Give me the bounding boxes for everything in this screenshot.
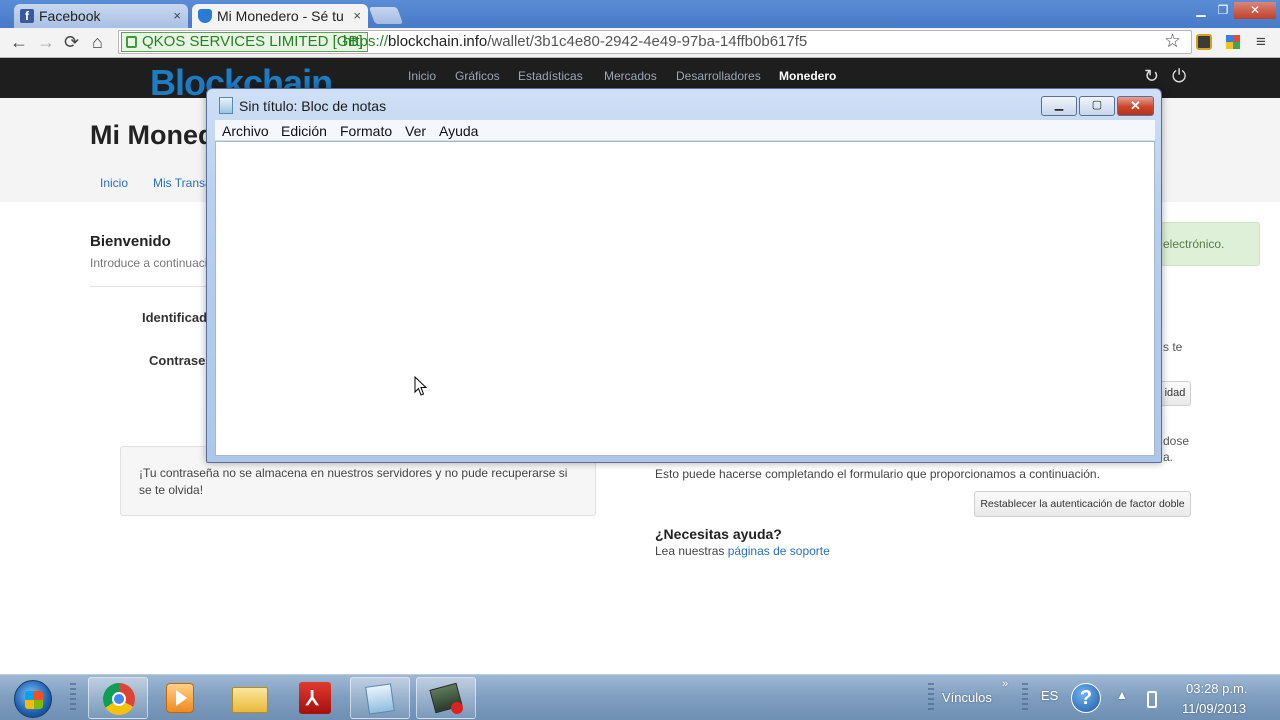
reset-2fa-description: Esto puede hacerse completando el formul… (655, 467, 1100, 481)
nav-estadisticas[interactable]: Estadísticas (518, 69, 583, 83)
ev-org-name: QKOS SERVICES LIMITED [GB] (142, 33, 363, 50)
lock-icon (126, 36, 137, 48)
help-text: Lea nuestras páginas de soporte (655, 544, 830, 558)
extension-icon[interactable] (1196, 34, 1212, 50)
start-button[interactable] (14, 680, 52, 718)
taskbar-acrobat[interactable]: ⅄ (286, 677, 346, 719)
mouse-cursor-icon (414, 376, 428, 396)
folder-icon (232, 687, 268, 713)
menu-archivo[interactable]: Archivo (222, 123, 269, 139)
new-tab-button[interactable] (368, 7, 404, 24)
back-arrow-icon[interactable]: ← (10, 32, 28, 52)
taskbar-media-player[interactable] (150, 677, 210, 719)
windows-taskbar: ⅄ Vínculos » ES ? ▲ 03:28 p.m. 11/09/201… (0, 674, 1280, 720)
menu-icon[interactable]: ≡ (1256, 32, 1266, 52)
help-icon[interactable]: ? (1071, 683, 1101, 713)
logout-power-icon[interactable]: ⏻ (1172, 66, 1186, 87)
blockchain-shield-icon (198, 9, 212, 23)
links-toolbar-label[interactable]: Vínculos (942, 690, 992, 705)
nav-inicio[interactable]: Inicio (408, 69, 436, 83)
record-badge-icon (451, 702, 463, 714)
url-host: blockchain.info (388, 33, 488, 50)
clock-time[interactable]: 03:28 p.m. (1186, 681, 1247, 696)
notepad-app-icon (365, 683, 395, 715)
show-hidden-icons-icon[interactable]: ▲ (1116, 688, 1128, 702)
help-title: ¿Necesitas ayuda? (655, 526, 782, 542)
welcome-title: Bienvenido (90, 233, 171, 250)
toolbar-grip[interactable] (928, 683, 934, 713)
nav-mercados[interactable]: Mercados (604, 69, 657, 83)
extension-icon[interactable] (1226, 35, 1240, 49)
address-bar[interactable]: QKOS SERVICES LIMITED [GB] https://block… (118, 30, 1192, 54)
security-button[interactable]: idad (1160, 381, 1191, 406)
chrome-icon-center (112, 692, 126, 706)
help-text-prefix: Lea nuestras (655, 544, 725, 558)
notepad-maximize-button[interactable]: ▢ (1079, 96, 1115, 116)
home-icon[interactable]: ⌂ (92, 32, 103, 52)
clock-date[interactable]: 11/09/2013 (1182, 701, 1246, 716)
nav-monedero[interactable]: Monedero (779, 69, 836, 83)
notepad-window[interactable]: Sin título: Bloc de notas ▁ ▢ ✕ Archivo … (206, 88, 1162, 463)
taskbar-chrome[interactable] (88, 677, 148, 719)
tab-title: Facebook (39, 8, 101, 24)
menu-edicion[interactable]: Edición (281, 123, 327, 139)
nav-graficos[interactable]: Gráficos (455, 69, 500, 83)
chevron-right-icon[interactable]: » (1002, 678, 1008, 690)
forward-arrow-icon[interactable]: → (37, 32, 55, 52)
taskbar-explorer[interactable] (220, 677, 280, 719)
text-fragment: dose (1163, 434, 1190, 448)
notepad-menubar: Archivo Edición Formato Ver Ayuda (215, 120, 1155, 141)
tab-title: Mi Monedero - Sé tu (217, 8, 344, 24)
restore-button[interactable]: ❐ (1212, 2, 1234, 19)
adobe-logo-glyph: ⅄ (306, 688, 319, 710)
notepad-text-area[interactable] (215, 141, 1155, 456)
bookmark-star-icon[interactable]: ☆ (1164, 32, 1181, 52)
language-indicator[interactable]: ES (1041, 688, 1058, 703)
welcome-subtitle: Introduce a continuación (90, 256, 221, 270)
browser-toolbar: ← → ⟳ ⌂ QKOS SERVICES LIMITED [GB] https… (0, 28, 1280, 58)
notepad-icon (219, 97, 233, 114)
refresh-icon[interactable]: ↻ (1144, 66, 1159, 87)
facebook-icon: f (20, 9, 34, 23)
menu-ayuda[interactable]: Ayuda (439, 123, 478, 139)
windows-logo-icon (25, 691, 43, 709)
play-icon (176, 690, 187, 706)
battery-icon[interactable] (1147, 691, 1157, 708)
tab-mi-monedero[interactable]: Mi Monedero - Sé tu × (192, 4, 368, 28)
subnav-inicio[interactable]: Inicio (100, 176, 128, 190)
text-fragment: a. (1163, 450, 1174, 464)
taskbar-notepad[interactable] (350, 677, 410, 719)
url-scheme: https:// (343, 33, 389, 50)
menu-ver[interactable]: Ver (405, 123, 426, 139)
support-pages-link[interactable]: páginas de soporte (728, 544, 830, 558)
text-fragment: s te (1163, 340, 1183, 354)
menu-formato[interactable]: Formato (340, 123, 392, 139)
toolbar-grip[interactable] (1022, 683, 1028, 713)
nav-desarrolladores[interactable]: Desarrolladores (676, 69, 761, 83)
notepad-close-button[interactable]: ✕ (1117, 96, 1154, 116)
ev-certificate-badge[interactable]: QKOS SERVICES LIMITED [GB] (121, 32, 368, 52)
reset-2fa-button[interactable]: Restablecer la autenticación de factor d… (974, 491, 1191, 517)
taskbar-grip[interactable] (70, 683, 76, 713)
tab-close-button[interactable]: × (353, 8, 361, 23)
taskbar-app[interactable] (416, 677, 476, 719)
reload-icon[interactable]: ⟳ (64, 32, 79, 52)
notepad-title: Sin título: Bloc de notas (239, 98, 387, 114)
success-alert: electrónico. (1160, 222, 1260, 266)
close-button[interactable]: ✕ (1234, 2, 1276, 19)
tab-close-button[interactable]: × (173, 8, 181, 23)
url-text[interactable]: https://blockchain.info/wallet/3b1c4e80-… (343, 33, 807, 50)
minimize-button[interactable]: ▁ (1190, 2, 1212, 19)
tab-facebook[interactable]: f Facebook × (14, 4, 188, 28)
url-path: /wallet/3b1c4e80-2942-4e49-97ba-14ffb0b6… (487, 33, 808, 50)
notepad-minimize-button[interactable]: ▁ (1041, 96, 1077, 116)
